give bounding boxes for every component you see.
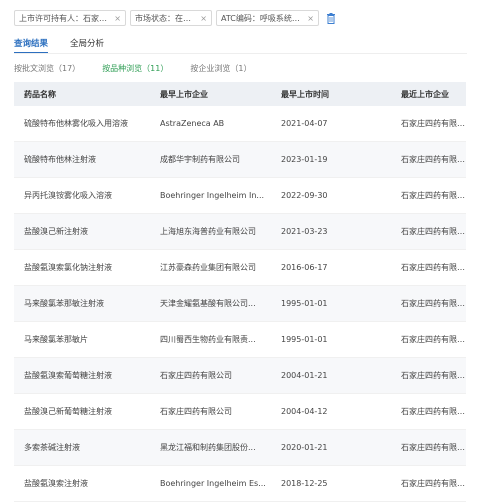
cell-earliest-date: 2004-04-12	[281, 407, 328, 416]
table-row[interactable]: 硫酸特布他林注射液 成都华宇制药有限公司 2023-01-19 石家庄四药有限公司	[14, 142, 466, 178]
cell-drug-name[interactable]: 盐酸氨溴索氯化钠注射液	[14, 262, 150, 273]
cell-drug-name[interactable]: 盐酸氨溴索葡萄糖注射液	[14, 370, 150, 381]
close-icon[interactable]: ×	[200, 14, 207, 23]
cell-earliest-date: 2018-12-25	[281, 479, 328, 488]
close-icon[interactable]: ×	[307, 14, 314, 23]
cell-latest-company: 石家庄四药有限公司	[401, 227, 466, 236]
column-header-earliest-date[interactable]: 最早上市时间	[271, 89, 391, 100]
cell-latest-company: 石家庄四药有限公司	[401, 155, 466, 164]
cell-latest-company: 石家庄四药有限公司	[401, 191, 466, 200]
cell-latest-company: 石家庄四药有限公司	[401, 299, 466, 308]
cell-earliest-date: 2022-09-30	[281, 191, 328, 200]
filter-chip-label: 市场状态：在使用	[135, 13, 198, 23]
cell-earliest-date: 2020-01-21	[281, 443, 328, 452]
cell-earliest-company: Boehringer Ingelheim In...	[160, 191, 265, 200]
table-row[interactable]: 盐酸溴己新注射液 上海旭东海普药业有限公司 2021-03-23 石家庄四药有限公司	[14, 214, 466, 250]
cell-earliest-company: Boehringer Ingelheim Es...	[160, 479, 266, 488]
cell-drug-name[interactable]: 异丙托溴铵雾化吸入溶液	[14, 190, 150, 201]
cell-earliest-company: 上海旭东海普药业有限公司	[160, 227, 256, 236]
table-row[interactable]: 盐酸氨溴索葡萄糖注射液 石家庄四药有限公司 2004-01-21 石家庄四药有限公司	[14, 358, 466, 394]
cell-drug-name[interactable]: 硫酸特布他林注射液	[14, 154, 150, 165]
cell-earliest-date: 1995-01-01	[281, 299, 328, 308]
table-row[interactable]: 硫酸特布他林雾化吸入用溶液 AstraZeneca AB 2021-04-07 石家庄…	[14, 106, 466, 142]
cell-latest-company: 石家庄四药有限公司	[401, 335, 466, 344]
view-subtabs: 按批文浏览（17） 按品种浏览（11） 按企业浏览（1）	[14, 63, 273, 74]
cell-drug-name[interactable]: 盐酸溴己新注射液	[14, 226, 150, 237]
cell-earliest-company: AstraZeneca AB	[160, 119, 225, 128]
cell-latest-company: 石家庄四药有限公司	[401, 263, 466, 272]
column-header-drug-name[interactable]: 药品名称	[14, 89, 150, 100]
table-row[interactable]: 异丙托溴铵雾化吸入溶液 Boehringer Ingelheim In... 202…	[14, 178, 466, 214]
tabs-divider	[14, 53, 467, 54]
cell-latest-company: 石家庄四药有限公司	[401, 443, 466, 452]
cell-earliest-date: 2023-01-19	[281, 155, 328, 164]
filter-chip-label: 上市许可持有人：石家庄...	[19, 13, 112, 23]
cell-earliest-date: 2016-06-17	[281, 263, 328, 272]
close-icon[interactable]: ×	[114, 14, 121, 23]
table-row[interactable]: 盐酸氨溴索注射液 Boehringer Ingelheim Es... 2018-1…	[14, 466, 466, 502]
main-tabs: 查询结果 全局分析	[14, 37, 126, 54]
cell-latest-company: 石家庄四药有限公司	[401, 407, 466, 416]
table-row[interactable]: 盐酸氨溴索氯化钠注射液 江苏豪森药业集团有限公司 2016-06-17 石家庄四药有限…	[14, 250, 466, 286]
table-body: 硫酸特布他林雾化吸入用溶液 AstraZeneca AB 2021-04-07 石家庄…	[14, 106, 466, 502]
filter-chip-label: ATC编码：呼吸系统用药	[221, 13, 305, 23]
table-header: 药品名称 最早上市企业 最早上市时间 最近上市企业	[14, 82, 466, 106]
filter-bar: 上市许可持有人：石家庄... × 市场状态：在使用 × ATC编码：呼吸系统用药…	[14, 10, 336, 26]
tab-global-analysis[interactable]: 全局分析	[70, 37, 104, 54]
table-row[interactable]: 多索茶碱注射液 黑龙江福和制药集团股份... 2020-01-21 石家庄四药有限公司	[14, 430, 466, 466]
table-row[interactable]: 马来酸氯苯那敏片 四川蜀西生物药业有限责... 1995-01-01 石家庄四药有限公…	[14, 322, 466, 358]
cell-drug-name[interactable]: 马来酸氯苯那敏片	[14, 334, 150, 345]
cell-earliest-date: 2021-04-07	[281, 119, 328, 128]
cell-earliest-date: 2004-01-21	[281, 371, 328, 380]
tab-query-results[interactable]: 查询结果	[14, 37, 49, 54]
subtab-by-variety[interactable]: 按品种浏览（11）	[102, 63, 168, 74]
cell-drug-name[interactable]: 盐酸氨溴索注射液	[14, 478, 150, 489]
cell-earliest-company: 石家庄四药有限公司	[160, 407, 232, 416]
trash-icon[interactable]	[326, 12, 336, 24]
subtab-by-company[interactable]: 按企业浏览（1）	[190, 63, 251, 74]
cell-drug-name[interactable]: 硫酸特布他林雾化吸入用溶液	[14, 118, 150, 129]
filter-chip-atc[interactable]: ATC编码：呼吸系统用药 ×	[216, 10, 319, 26]
table-row[interactable]: 盐酸溴己新葡萄糖注射液 石家庄四药有限公司 2004-04-12 石家庄四药有限公司	[14, 394, 466, 430]
cell-earliest-company: 四川蜀西生物药业有限责...	[160, 335, 256, 344]
cell-drug-name[interactable]: 多索茶碱注射液	[14, 442, 150, 453]
cell-earliest-company: 江苏豪森药业集团有限公司	[160, 263, 256, 272]
cell-earliest-company: 天津金耀氨基酸有限公司...	[160, 299, 256, 308]
column-header-earliest-company[interactable]: 最早上市企业	[150, 89, 271, 100]
cell-earliest-company: 成都华宇制药有限公司	[160, 155, 240, 164]
subtab-by-approval[interactable]: 按批文浏览（17）	[14, 63, 80, 74]
cell-drug-name[interactable]: 盐酸溴己新葡萄糖注射液	[14, 406, 150, 417]
cell-earliest-date: 2021-03-23	[281, 227, 328, 236]
cell-earliest-company: 黑龙江福和制药集团股份...	[160, 443, 256, 452]
column-header-latest-company[interactable]: 最近上市企业	[391, 89, 466, 100]
cell-earliest-company: 石家庄四药有限公司	[160, 371, 232, 380]
table-row[interactable]: 马来酸氯苯那敏注射液 天津金耀氨基酸有限公司... 1995-01-01 石家庄四药有…	[14, 286, 466, 322]
filter-chip-holder[interactable]: 上市许可持有人：石家庄... ×	[14, 10, 126, 26]
cell-latest-company: 石家庄四药有限公司	[401, 371, 466, 380]
cell-latest-company: 石家庄四药有限公司	[401, 119, 466, 128]
cell-drug-name[interactable]: 马来酸氯苯那敏注射液	[14, 298, 150, 309]
filter-chip-market-status[interactable]: 市场状态：在使用 ×	[130, 10, 212, 26]
cell-earliest-date: 1995-01-01	[281, 335, 328, 344]
cell-latest-company: 石家庄四药有限公司	[401, 479, 466, 488]
